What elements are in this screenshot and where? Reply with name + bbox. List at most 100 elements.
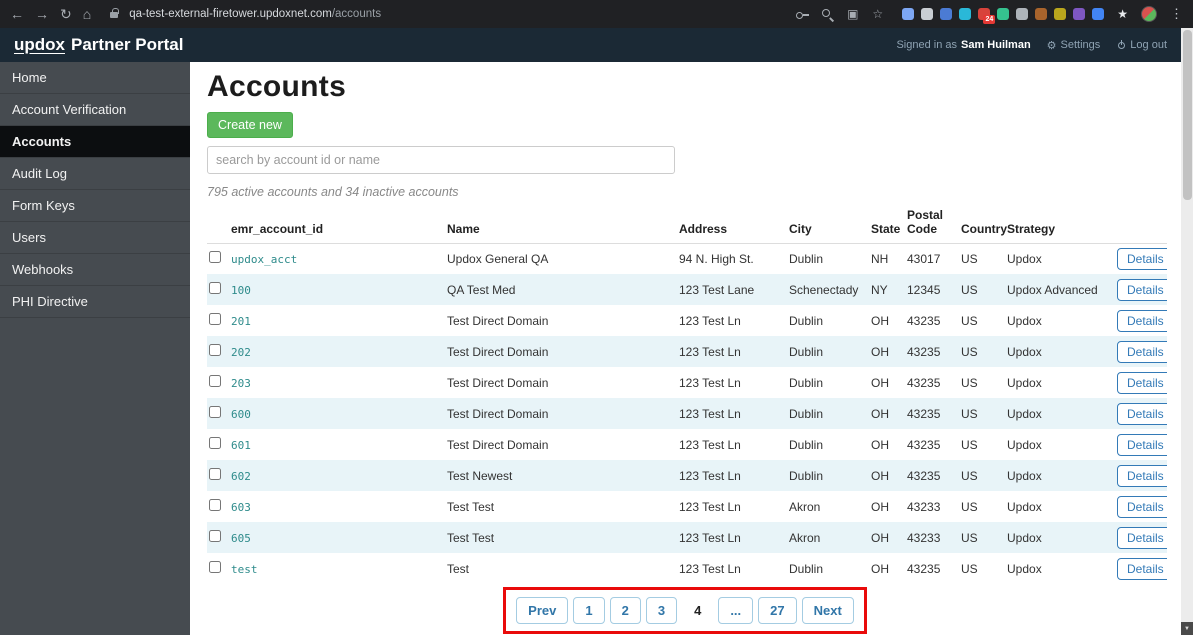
profile-avatar-icon[interactable] — [1141, 6, 1157, 22]
home-icon[interactable]: ⌂ — [83, 7, 91, 21]
details-button[interactable]: Details — [1117, 247, 1167, 270]
extension-icon[interactable] — [1073, 8, 1086, 20]
address-bar[interactable]: qa-test-external-firetower.updoxnet.com/… — [129, 8, 381, 20]
scrollbar-down-button[interactable]: ▼ — [1181, 622, 1193, 635]
sidebar-item-label: Home — [12, 70, 47, 85]
cell-strategy: Updox — [1007, 344, 1042, 359]
account-id-link[interactable]: 602 — [231, 470, 251, 483]
details-button[interactable]: Details — [1117, 464, 1167, 487]
key-icon[interactable] — [795, 7, 810, 22]
extension-icon[interactable] — [997, 8, 1010, 20]
details-button[interactable]: Details — [1117, 526, 1167, 549]
row-checkbox[interactable] — [209, 561, 221, 574]
sidebar-item-home[interactable]: Home — [0, 62, 190, 94]
row-checkbox[interactable] — [209, 468, 221, 481]
table-row: 600 Test Direct Domain 123 Test Ln Dubli… — [207, 398, 1167, 430]
row-checkbox[interactable] — [209, 313, 221, 326]
screenshot-icon[interactable]: ▣ — [845, 7, 860, 22]
details-button[interactable]: Details — [1117, 402, 1167, 425]
sidebar-item-audit-log[interactable]: Audit Log — [0, 158, 190, 190]
extension-icon[interactable] — [902, 8, 915, 20]
row-checkbox[interactable] — [209, 344, 221, 357]
account-id-link[interactable]: 202 — [231, 346, 251, 359]
sidebar-item-label: Account Verification — [12, 102, 127, 117]
reload-icon[interactable]: ↻ — [60, 7, 72, 21]
extension-icon[interactable] — [1035, 8, 1048, 20]
sidebar-item-label: PHI Directive — [12, 294, 88, 309]
pagination-page-4[interactable]: 4 — [682, 597, 713, 624]
browser-menu-icon[interactable]: ⋮ — [1170, 6, 1183, 22]
pagination-next[interactable]: Next — [801, 597, 854, 625]
cell-name: Test — [447, 561, 470, 576]
star-icon[interactable]: ☆ — [870, 7, 885, 22]
extension-icon[interactable] — [1054, 8, 1067, 20]
pagination-page-27[interactable]: 27 — [758, 597, 797, 625]
zoom-icon[interactable] — [820, 7, 835, 22]
account-id-link[interactable]: test — [231, 563, 258, 576]
pagination-page-2[interactable]: 2 — [609, 597, 641, 625]
extension-icon[interactable] — [1092, 8, 1105, 20]
account-id-link[interactable]: 601 — [231, 439, 251, 452]
row-checkbox[interactable] — [209, 375, 221, 388]
details-button[interactable]: Details — [1117, 433, 1167, 456]
account-id-link[interactable]: 603 — [231, 501, 251, 514]
brand-logo[interactable]: updox Partner Portal — [14, 35, 183, 55]
sidebar-item-webhooks[interactable]: Webhooks — [0, 254, 190, 286]
details-button[interactable]: Details — [1117, 309, 1167, 332]
row-checkbox[interactable] — [209, 437, 221, 450]
account-id-link[interactable]: 201 — [231, 315, 251, 328]
details-button[interactable]: Details — [1117, 557, 1167, 580]
sidebar-item-users[interactable]: Users — [0, 222, 190, 254]
row-checkbox[interactable] — [209, 499, 221, 512]
account-id-link[interactable]: 100 — [231, 284, 251, 297]
details-button[interactable]: Details — [1117, 495, 1167, 518]
header-right: Signed in as Sam Huilman ⚙ Settings Log ou… — [896, 39, 1167, 52]
row-checkbox[interactable] — [209, 406, 221, 419]
details-button[interactable]: Details — [1117, 371, 1167, 394]
scrollbar-thumb[interactable] — [1182, 30, 1192, 200]
accounts-summary: 795 active accounts and 34 inactive acco… — [207, 185, 459, 199]
table-row: 100 QA Test Med 123 Test Lane Schenectad… — [207, 274, 1167, 306]
account-id-link[interactable]: 605 — [231, 532, 251, 545]
extension-icon[interactable] — [940, 8, 953, 20]
cell-name: Test Direct Domain — [447, 344, 549, 359]
sidebar-item-phi-directive[interactable]: PHI Directive — [0, 286, 190, 318]
sidebar-item-account-verification[interactable]: Account Verification — [0, 94, 190, 126]
bookmark-star-icon[interactable]: ★ — [1117, 7, 1128, 21]
row-checkbox[interactable] — [209, 251, 221, 264]
extension-icon[interactable]: 24 — [978, 8, 996, 24]
cell-postal: 12345 — [907, 282, 941, 297]
pagination-ellipsis[interactable]: ... — [718, 597, 754, 625]
cell-postal: 43235 — [907, 437, 941, 452]
account-id-link[interactable]: updox_acct — [231, 253, 297, 266]
scrollbar[interactable]: ▼ — [1181, 28, 1193, 635]
details-button[interactable]: Details — [1117, 278, 1167, 301]
pagination-page-3[interactable]: 3 — [645, 597, 678, 625]
forward-icon[interactable]: → — [35, 7, 49, 21]
extension-icon[interactable] — [1016, 8, 1029, 20]
create-new-button[interactable]: Create new — [207, 112, 293, 138]
search-input[interactable] — [207, 146, 675, 174]
brand-partner-portal: Partner Portal — [71, 35, 184, 54]
account-id-link[interactable]: 600 — [231, 408, 251, 421]
extension-icon[interactable] — [921, 8, 934, 20]
sidebar-item-form-keys[interactable]: Form Keys — [0, 190, 190, 222]
cell-country: US — [961, 468, 978, 483]
extension-icon[interactable] — [959, 8, 972, 20]
power-icon — [1116, 39, 1126, 50]
logout-link[interactable]: Log out — [1116, 39, 1167, 51]
cell-state: OH — [871, 561, 889, 576]
details-button[interactable]: Details — [1117, 340, 1167, 363]
pagination-page-1[interactable]: 1 — [573, 597, 605, 625]
row-checkbox[interactable] — [209, 530, 221, 543]
sidebar-item-accounts[interactable]: Accounts — [0, 126, 190, 158]
pagination-prev[interactable]: Prev — [516, 597, 569, 625]
app-header: updox Partner Portal Signed in as Sam Hui… — [0, 28, 1181, 62]
account-id-link[interactable]: 203 — [231, 377, 251, 390]
back-icon[interactable]: ← — [10, 7, 24, 21]
browser-chrome: ← → ↻ ⌂ qa-test-external-firetower.updox… — [0, 0, 1193, 28]
cell-strategy: Updox — [1007, 375, 1042, 390]
row-checkbox[interactable] — [209, 282, 221, 295]
settings-link[interactable]: ⚙ Settings — [1047, 39, 1101, 52]
sidebar-item-label: Users — [12, 230, 46, 245]
